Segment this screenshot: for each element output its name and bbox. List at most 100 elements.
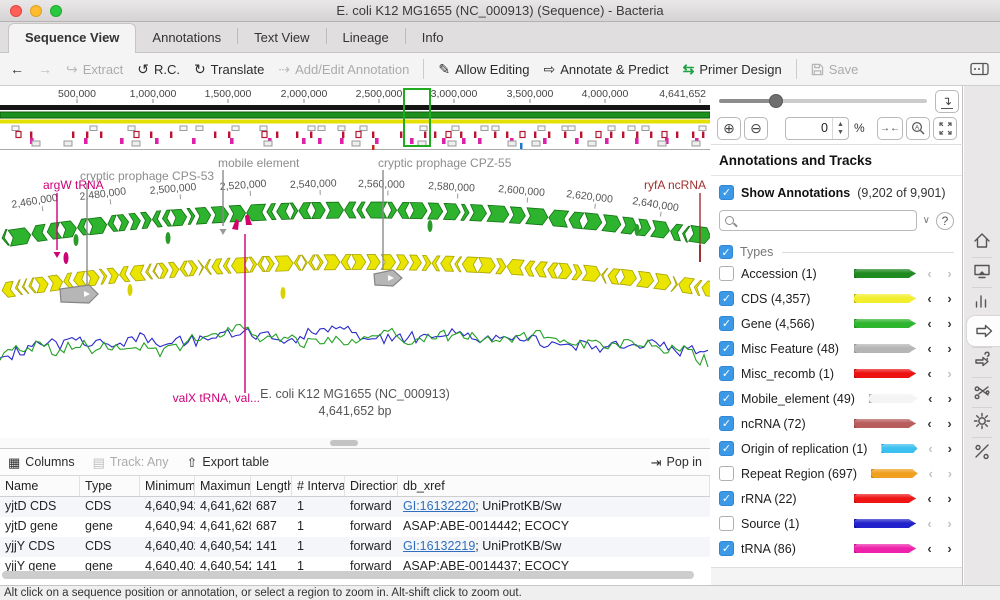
- show-annotations-checkbox[interactable]: ✓: [719, 185, 734, 200]
- type-checkbox[interactable]: ✓: [719, 491, 734, 506]
- table-horizontal-scrollbar[interactable]: [2, 571, 694, 579]
- back-button[interactable]: ←: [10, 62, 24, 76]
- pop-in-button[interactable]: ⇥Pop in: [651, 455, 702, 469]
- type-checkbox[interactable]: ✓: [719, 291, 734, 306]
- zoom-percent-field[interactable]: 0 ▲ ▼: [785, 117, 849, 140]
- strip-button-scissors[interactable]: [964, 376, 1000, 406]
- columns-button[interactable]: ▦Columns: [8, 455, 75, 469]
- previous-annotation-button[interactable]: ‹: [923, 316, 936, 331]
- next-annotation-button[interactable]: ›: [943, 541, 956, 556]
- add-edit-annotation-button[interactable]: ⇢Add/Edit Annotation: [278, 62, 409, 77]
- strip-button-annotation-arrow[interactable]: [967, 316, 1000, 346]
- zoom-percent-stepper[interactable]: ▲ ▼: [832, 118, 848, 139]
- strip-button-chart[interactable]: [964, 286, 1000, 316]
- annotation-search-input[interactable]: [738, 214, 911, 228]
- next-annotation-button[interactable]: ›: [943, 341, 956, 356]
- type-checkbox[interactable]: ✓: [719, 366, 734, 381]
- tab-text-view[interactable]: Text View: [238, 24, 325, 52]
- find-in-sequence-button[interactable]: A: [906, 117, 930, 140]
- collapse-view-button[interactable]: →←: [877, 117, 903, 140]
- stepper-down-icon[interactable]: ▼: [837, 129, 844, 137]
- sequence-visualization[interactable]: 2,460,0002,480,0002,500,0002,520,0002,54…: [0, 150, 710, 438]
- zoom-slider[interactable]: [719, 99, 927, 103]
- tab-lineage[interactable]: Lineage: [327, 24, 405, 52]
- primer-design-button[interactable]: ⇆Primer Design: [683, 62, 782, 77]
- tab-annotations[interactable]: Annotations: [136, 24, 237, 52]
- next-annotation-button[interactable]: ›: [944, 441, 956, 456]
- translate-button[interactable]: ↻Translate: [194, 62, 264, 77]
- previous-annotation-button[interactable]: ‹: [923, 416, 936, 431]
- type-checkbox[interactable]: ✓: [719, 416, 734, 431]
- layout-panel-icon[interactable]: [970, 62, 990, 76]
- table-row[interactable]: yjtD CDSCDS4,640,9424,641,6286871forward…: [0, 497, 710, 517]
- forward-button[interactable]: →: [38, 62, 52, 76]
- jump-to-button[interactable]: ↴: [935, 90, 959, 113]
- type-checkbox[interactable]: ✓: [719, 541, 734, 556]
- annotation-type-row: ✓Misc_recomb (1)‹›: [711, 361, 962, 386]
- tab-sequence-view[interactable]: Sequence View: [8, 23, 136, 53]
- zoom-slider-knob[interactable]: [769, 94, 783, 108]
- sequence-visualization-svg[interactable]: 2,460,0002,480,0002,500,0002,520,0002,54…: [0, 150, 710, 438]
- strip-button-percent[interactable]: [964, 436, 1000, 466]
- pane-splitter[interactable]: [0, 438, 710, 448]
- column-header-length[interactable]: Length: [251, 476, 292, 496]
- track-filter-button[interactable]: ▤Track: Any: [93, 455, 169, 469]
- column-header--intervals[interactable]: # Intervals: [292, 476, 345, 496]
- previous-annotation-button[interactable]: ‹: [923, 341, 936, 356]
- type-checkbox[interactable]: ✓: [719, 441, 734, 456]
- db-xref-link[interactable]: GI:16132220: [403, 499, 475, 513]
- next-annotation-button[interactable]: ›: [943, 316, 956, 331]
- table-row[interactable]: yjjY CDSCDS4,640,4024,640,5421411forward…: [0, 537, 710, 557]
- export-table-button[interactable]: ⇧Export table: [187, 455, 270, 469]
- column-header-maximum[interactable]: Maximum: [195, 476, 251, 496]
- tab-info[interactable]: Info: [406, 24, 460, 52]
- column-header-db-xref[interactable]: db_xref: [398, 476, 710, 496]
- zoom-out-button[interactable]: ⊖: [744, 117, 768, 140]
- help-button[interactable]: ?: [936, 212, 954, 230]
- fullscreen-button[interactable]: [933, 117, 957, 140]
- next-annotation-button[interactable]: ›: [943, 491, 956, 506]
- table-row[interactable]: yjtD genegene4,640,9424,641,6286871forwa…: [0, 517, 710, 537]
- column-header-name[interactable]: Name: [0, 476, 80, 496]
- previous-annotation-button[interactable]: ‹: [923, 491, 936, 506]
- genome-overview-svg[interactable]: 500,0001,000,0001,500,0002,000,0002,500,…: [0, 86, 710, 150]
- column-header-direction[interactable]: Direction: [345, 476, 398, 496]
- db-xref-link[interactable]: GI:16132219: [403, 539, 475, 553]
- types-checkbox[interactable]: ✓: [719, 245, 733, 259]
- close-window-button[interactable]: [10, 5, 22, 17]
- strip-button-monitor[interactable]: [964, 256, 1000, 286]
- previous-annotation-button[interactable]: ‹: [923, 291, 936, 306]
- type-checkbox[interactable]: [719, 266, 734, 281]
- minimize-window-button[interactable]: [30, 5, 42, 17]
- type-checkbox[interactable]: [719, 516, 734, 531]
- strip-button-annotate-question[interactable]: [964, 346, 1000, 376]
- previous-annotation-button[interactable]: ‹: [923, 366, 936, 381]
- type-label: Mobile_element (49): [741, 392, 855, 406]
- previous-annotation-button[interactable]: ‹: [924, 391, 937, 406]
- previous-annotation-button[interactable]: ‹: [923, 541, 936, 556]
- column-header-type[interactable]: Type: [80, 476, 140, 496]
- stepper-up-icon[interactable]: ▲: [837, 121, 844, 129]
- annotate-predict-button[interactable]: ⇨Annotate & Predict: [544, 62, 669, 77]
- next-annotation-button[interactable]: ›: [944, 391, 957, 406]
- type-checkbox[interactable]: ✓: [719, 316, 734, 331]
- genome-overview[interactable]: 500,0001,000,0001,500,0002,000,0002,500,…: [0, 86, 710, 150]
- splitter-handle-icon[interactable]: [330, 440, 358, 446]
- type-checkbox[interactable]: ✓: [719, 391, 734, 406]
- save-button[interactable]: Save: [811, 62, 859, 77]
- allow-editing-button[interactable]: ✎Allow Editing: [438, 62, 529, 77]
- type-checkbox[interactable]: [719, 466, 734, 481]
- extract-button[interactable]: ↪Extract: [66, 62, 123, 77]
- column-header-minimum[interactable]: Minimum▼: [140, 476, 195, 496]
- search-dropdown-icon[interactable]: ∨: [923, 215, 930, 226]
- strip-button-gear[interactable]: [964, 406, 1000, 436]
- maximize-window-button[interactable]: [50, 5, 62, 17]
- strip-button-home[interactable]: [964, 226, 1000, 256]
- zoom-in-button[interactable]: ⊕: [717, 117, 741, 140]
- type-checkbox[interactable]: ✓: [719, 341, 734, 356]
- next-annotation-button[interactable]: ›: [943, 291, 956, 306]
- zoom-percent-value[interactable]: 0: [786, 118, 832, 139]
- reverse-complement-button[interactable]: ↺R.C.: [137, 62, 180, 77]
- annotation-search-box[interactable]: [719, 210, 917, 231]
- next-annotation-button[interactable]: ›: [943, 416, 956, 431]
